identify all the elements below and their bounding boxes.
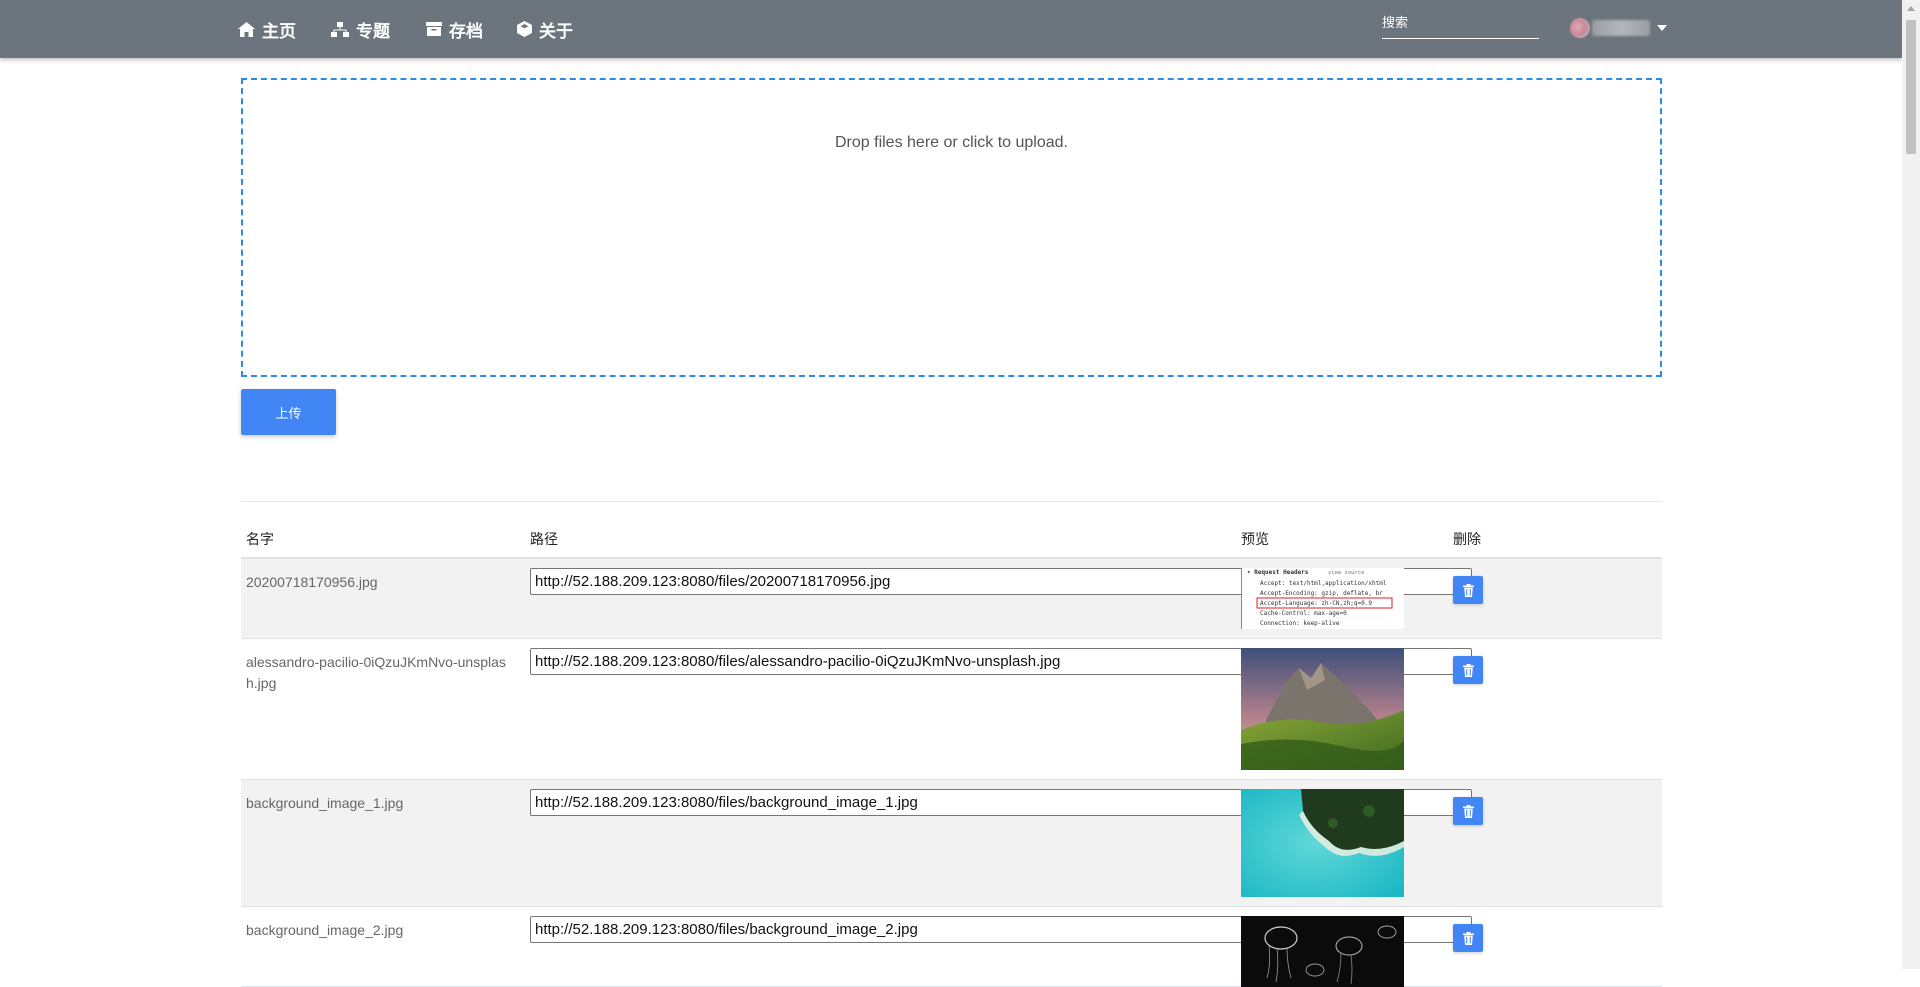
nav-item-topics[interactable]: 专题	[331, 0, 390, 58]
preview-image[interactable]	[1241, 789, 1404, 897]
trash-icon	[1462, 931, 1474, 945]
avatar	[1570, 18, 1590, 38]
username-blurred	[1592, 20, 1650, 36]
preview-image[interactable]	[1241, 648, 1404, 770]
preview-line: Cache-Control: max-age=0	[1260, 610, 1347, 617]
search-input[interactable]	[1382, 12, 1539, 38]
nav-item-label: 主页	[262, 21, 296, 41]
preview-line: Accept: text/html,application/xhtml	[1260, 580, 1387, 587]
nav-item-label: 存档	[449, 21, 483, 41]
preview-line: Accept-Language: zh-CN,zh;q=0.9	[1260, 600, 1372, 607]
home-icon	[238, 21, 255, 37]
cube-icon	[517, 21, 532, 37]
nav-item-label: 专题	[356, 21, 390, 41]
top-navbar: 主页 专题 存档 关于	[0, 0, 1902, 58]
archive-icon	[426, 22, 442, 36]
trash-icon	[1462, 663, 1474, 677]
dropzone-message: Drop files here or click to upload.	[835, 134, 1068, 151]
header-delete: 删除	[1453, 531, 1481, 547]
file-name: background_image_2.jpg	[246, 922, 404, 938]
table-row: background_image_1.jpg	[241, 780, 1662, 907]
table-header: 名字 路径 预览 删除	[241, 521, 1662, 559]
delete-button[interactable]	[1453, 797, 1483, 825]
table-row: alessandro-pacilio-0iQzuJKmNvo-unsplash.…	[241, 639, 1662, 780]
upload-button[interactable]: 上传	[241, 389, 336, 435]
nav-item-archive[interactable]: 存档	[426, 0, 483, 58]
section-divider	[241, 501, 1662, 502]
upload-dropzone[interactable]: Drop files here or click to upload.	[241, 78, 1662, 377]
preview-line: Connection: keep-alive	[1260, 620, 1340, 627]
header-name: 名字	[246, 531, 274, 547]
file-name: alessandro-pacilio-0iQzuJKmNvo-unsplash.…	[246, 654, 506, 691]
header-preview: 预览	[1241, 531, 1269, 547]
preview-line: Accept-Encoding: gzip, deflate, br	[1260, 590, 1383, 597]
scrollbar-thumb[interactable]	[1906, 20, 1916, 154]
nav-item-home[interactable]: 主页	[238, 0, 296, 58]
table-row: 20200718170956.jpg ▾ Request Headers vie…	[241, 559, 1662, 639]
nav-item-about[interactable]: 关于	[517, 0, 573, 58]
trash-icon	[1462, 804, 1474, 818]
page-scrollbar[interactable]	[1902, 0, 1920, 969]
header-path: 路径	[530, 531, 558, 547]
files-table: 名字 路径 预览 删除 20200718170956.jpg ▾ Request…	[241, 521, 1662, 987]
file-name: 20200718170956.jpg	[246, 574, 378, 590]
file-name: background_image_1.jpg	[246, 795, 404, 811]
nav-item-label: 关于	[539, 21, 573, 41]
caret-down-icon	[1657, 25, 1667, 31]
preview-image[interactable]: ▾ Request Headers view source Accept: te…	[1241, 568, 1404, 629]
table-row: background_image_2.jpg	[241, 907, 1662, 987]
preview-image[interactable]	[1241, 916, 1404, 987]
user-menu[interactable]	[1570, 16, 1667, 40]
sitemap-icon	[331, 21, 349, 37]
delete-button[interactable]	[1453, 924, 1483, 952]
delete-button[interactable]	[1453, 576, 1483, 604]
scroll-up-arrow-icon[interactable]	[1907, 6, 1915, 11]
search-box	[1382, 12, 1539, 39]
delete-button[interactable]	[1453, 656, 1483, 684]
preview-title: ▾ Request Headers	[1247, 569, 1309, 576]
trash-icon	[1462, 583, 1474, 597]
preview-view-source: view source	[1328, 570, 1364, 576]
